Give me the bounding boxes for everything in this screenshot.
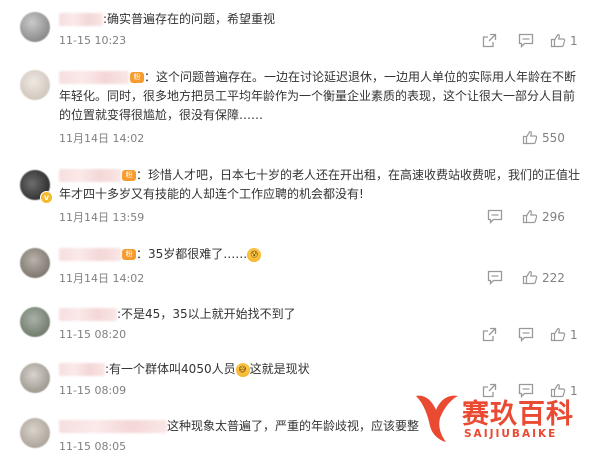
avatar[interactable]	[20, 12, 50, 42]
comment-actions: 550	[522, 130, 582, 146]
reply-button[interactable]	[518, 33, 534, 49]
like-count: 1	[570, 34, 578, 48]
like-count: 1	[570, 328, 578, 342]
username-blurred[interactable]	[59, 71, 129, 84]
like-button[interactable]: 296	[522, 209, 565, 225]
fan-badge-icon: 粉	[122, 170, 136, 181]
comment-actions: 1	[482, 327, 582, 343]
share-button[interactable]	[482, 327, 497, 343]
avatar[interactable]	[20, 248, 50, 278]
watermark-en-text: SAIJIUBAIKE	[464, 428, 558, 440]
comment-time: 11月14日 14:02	[59, 132, 145, 145]
emoji-icon: 😅	[235, 362, 250, 377]
like-icon	[522, 131, 538, 145]
avatar[interactable]	[20, 418, 50, 448]
username-blurred[interactable]	[59, 13, 103, 26]
comment-text: :不是45，35以上就开始找不到了	[59, 305, 584, 324]
comment-icon	[487, 270, 503, 285]
like-button[interactable]: 1	[550, 327, 578, 343]
comment-time: 11-15 08:20	[59, 328, 127, 341]
comment-actions: 1	[482, 33, 582, 49]
like-button[interactable]: 550	[522, 130, 565, 146]
like-count: 296	[542, 210, 565, 224]
like-count: 550	[542, 131, 565, 145]
comment-time: 11月14日 13:59	[59, 211, 145, 224]
username-blurred[interactable]	[59, 420, 167, 433]
comment-text: :确实普遍存在的问题，希望重视	[59, 10, 584, 29]
comment-text: 粉：珍惜人才吧，日本七十岁的老人还在开出租，在高速收费站收费呢，我们的正值壮年才…	[59, 168, 581, 201]
like-button[interactable]: 1	[550, 33, 578, 49]
emoji-icon: 😰	[247, 247, 262, 262]
fan-badge-icon: 粉	[130, 72, 144, 83]
avatar[interactable]	[20, 307, 50, 337]
username-blurred[interactable]	[59, 169, 121, 182]
fan-badge-icon: 粉	[122, 249, 136, 260]
comment-text: 粉：35岁都很难了…… 😰	[59, 245, 584, 264]
comment-time: 11-15 10:23	[59, 34, 127, 47]
watermark-cn-text: 赛玖百科	[462, 399, 574, 430]
like-icon	[522, 210, 538, 224]
like-icon	[550, 328, 566, 342]
whale-tail-logo-icon	[416, 395, 458, 442]
comment-icon	[518, 33, 534, 48]
share-button[interactable]	[482, 33, 497, 49]
username-blurred[interactable]	[59, 308, 117, 321]
username-blurred[interactable]	[59, 248, 121, 261]
comment-actions: 296	[487, 209, 582, 225]
avatar[interactable]	[20, 363, 50, 393]
like-count: 222	[542, 271, 565, 285]
comment-icon	[487, 209, 503, 224]
comment-time: 11-15 08:09	[59, 384, 127, 397]
like-icon	[522, 271, 538, 285]
like-button[interactable]: 222	[522, 270, 565, 286]
watermark-logo: 赛玖百科 SAIJIUBAIKE	[412, 388, 598, 448]
reply-button[interactable]	[518, 327, 534, 343]
avatar[interactable]	[20, 70, 50, 100]
comment-time: 11-15 08:05	[59, 440, 127, 453]
comment-icon	[518, 327, 534, 342]
like-icon	[550, 34, 566, 48]
username-blurred[interactable]	[59, 363, 105, 376]
reply-button[interactable]	[487, 209, 503, 225]
comment-text: 粉：这个问题普遍存在。一边在讨论延迟退休，一边用人单位的实际用人年龄在不断年轻化…	[59, 70, 577, 122]
reply-button[interactable]	[487, 270, 503, 286]
share-icon	[482, 33, 497, 48]
comment-actions: 222	[487, 270, 582, 286]
comment-time: 11月14日 14:02	[59, 272, 145, 285]
comment-text: :有一个群体叫4050人员 😅 这就是现状	[59, 360, 584, 379]
share-icon	[482, 327, 497, 342]
verified-badge-icon: v	[40, 191, 53, 204]
